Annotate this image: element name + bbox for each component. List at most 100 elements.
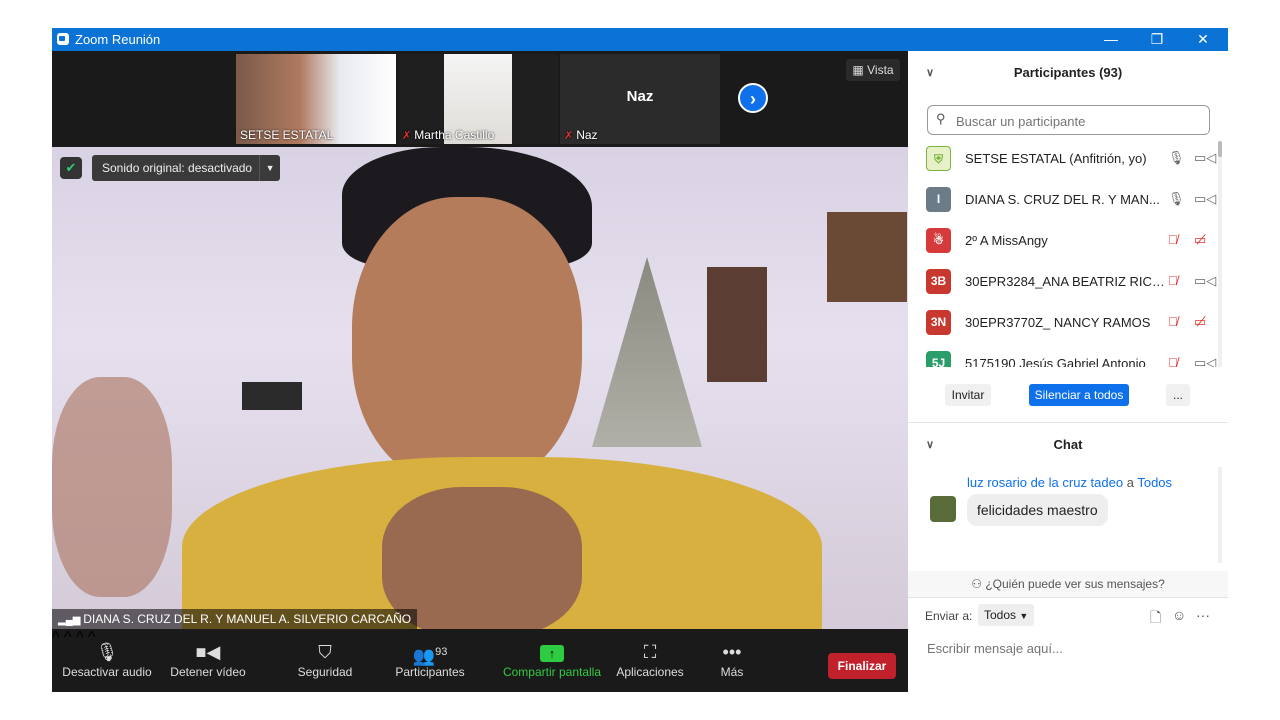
thumbnail-martha[interactable]: ✗ Martha Castillo xyxy=(398,54,558,144)
participant-row[interactable]: 3B 30EPR3284_ANA BEATRIZ RICAR... 🎙̸ ▭◁ xyxy=(908,262,1218,303)
thumbnail-name: ✗ Martha Castillo xyxy=(402,128,494,142)
participant-search-input[interactable] xyxy=(954,109,1208,133)
chevron-down-icon: ▼ xyxy=(1019,611,1029,621)
video-camera-off-icon[interactable]: ▭̸ xyxy=(1194,232,1206,248)
apps-icon: ⛶ xyxy=(643,642,657,662)
side-panel: ∨ Participantes (93) ⚲ ⛨ SETSE ESTATAL (… xyxy=(908,51,1228,692)
participant-row[interactable]: ⛨ SETSE ESTATAL (Anfitrión, yo) 🎙 ▭◁ xyxy=(908,139,1218,180)
window-title: Zoom Reunión xyxy=(75,32,161,47)
participant-row[interactable]: 3N 30EPR3770Z_ NANCY RAMOS 🎙̸ ▭̸ xyxy=(908,303,1218,344)
view-button[interactable]: ▦ Vista xyxy=(846,59,900,81)
participants-header: ∨ Participantes (93) xyxy=(908,51,1228,95)
emoji-icon[interactable]: ☺ xyxy=(1172,607,1186,623)
participant-row[interactable]: I DIANA S. CRUZ DEL R. Y MAN... 🎙 ▭◁ xyxy=(908,180,1218,221)
more-dots-icon: ••• xyxy=(722,642,742,662)
maximize-button[interactable]: ❐ xyxy=(1134,28,1180,51)
more-button[interactable]: ••• Más xyxy=(712,629,752,692)
send-to-value: Todos xyxy=(984,608,1017,622)
mute-audio-button[interactable]: 🎙 Desactivar audio xyxy=(62,629,152,692)
participant-name: SETSE ESTATAL (Anfitrión, yo) xyxy=(965,151,1147,166)
apps-button[interactable]: ⛶ Aplicaciones xyxy=(614,629,686,692)
avatar xyxy=(930,496,956,522)
who-can-see-link[interactable]: ⚇ ¿Quién puede ver sus mensajes? xyxy=(908,571,1228,597)
close-button[interactable]: ✕ xyxy=(1180,28,1226,51)
security-button[interactable]: ⛉ Seguridad xyxy=(290,629,360,692)
participants-more-button[interactable]: ... xyxy=(1166,384,1190,406)
avatar: ⛨ xyxy=(926,146,951,171)
speaker-name-label: ▂▄▆ DIANA S. CRUZ DEL R. Y MANUEL A. SIL… xyxy=(52,609,418,629)
participants-count: 93 xyxy=(435,646,448,658)
microphone-icon[interactable]: 🎙 xyxy=(1168,191,1185,207)
thumbnail-setse[interactable]: SETSE ESTATAL xyxy=(236,54,396,144)
scrollbar-thumb[interactable] xyxy=(1218,141,1222,157)
participants-label: Participantes xyxy=(395,665,465,679)
original-sound-label: Sonido original: desactivado xyxy=(102,161,253,175)
microphone-muted-icon[interactable]: 🎙̸ xyxy=(1168,314,1178,329)
chevron-down-icon[interactable]: ∨ xyxy=(926,423,934,467)
mic-muted-icon: ✗ xyxy=(402,130,412,142)
thumbnail-naz[interactable]: Naz ✗ Naz xyxy=(560,54,720,144)
microphone-icon[interactable]: 🎙 xyxy=(1168,150,1185,166)
chat-scrollbar[interactable] xyxy=(1218,467,1222,563)
view-label: Vista xyxy=(867,63,894,77)
video-tree-shape xyxy=(592,257,702,447)
mute-all-button[interactable]: Silenciar a todos xyxy=(1029,384,1129,406)
chat-message-input[interactable] xyxy=(925,637,1219,659)
avatar: 5J xyxy=(926,351,951,367)
next-page-button[interactable]: › xyxy=(738,83,768,113)
video-camera-off-icon[interactable]: ▭̸ xyxy=(1194,314,1206,330)
shield-icon: ⛉ xyxy=(318,642,332,662)
apps-label: Aplicaciones xyxy=(616,665,684,679)
send-to-dropdown[interactable]: Todos ▼ xyxy=(978,604,1035,626)
avatar: ☃ xyxy=(926,228,951,253)
mic-muted-icon: ✗ xyxy=(564,130,574,142)
video-face-shape xyxy=(352,197,582,487)
video-background-person xyxy=(52,377,172,597)
video-camera-icon[interactable]: ▭◁ xyxy=(1194,355,1216,367)
participants-title: Participantes (93) xyxy=(1013,65,1123,80)
video-camera-icon[interactable]: ▭◁ xyxy=(1194,191,1216,207)
share-screen-button[interactable]: ↑ Compartir pantalla xyxy=(500,629,604,692)
invite-button[interactable]: Invitar xyxy=(945,384,991,406)
chevron-down-icon[interactable]: ∨ xyxy=(926,51,934,95)
stop-video-button[interactable]: ■◀ Detener vídeo xyxy=(166,629,250,692)
original-sound-button[interactable]: Sonido original: desactivado ▼ xyxy=(92,155,281,181)
participant-name: DIANA S. CRUZ DEL R. Y MAN... xyxy=(965,192,1160,207)
microphone-muted-icon[interactable]: 🎙̸ xyxy=(1168,232,1178,247)
encryption-shield-icon[interactable]: ✔ xyxy=(60,157,82,179)
chevron-down-icon[interactable]: ▼ xyxy=(259,155,280,181)
more-dots-icon[interactable]: ··· xyxy=(1196,607,1210,623)
video-wall-frame xyxy=(707,267,767,382)
participant-search[interactable]: ⚲ xyxy=(927,105,1210,135)
chat-sender[interactable]: luz rosario de la cruz tadeo xyxy=(967,475,1123,490)
thumbnail-name: ✗ Naz xyxy=(564,128,598,142)
chat-message-bubble: felicidades maestro xyxy=(967,494,1108,526)
audio-options-caret[interactable]: ^ xyxy=(52,629,60,646)
thumbnail-name: SETSE ESTATAL xyxy=(240,128,334,142)
video-camera-icon[interactable]: ▭◁ xyxy=(1194,150,1216,166)
file-icon[interactable]: 🗋 xyxy=(1150,607,1161,631)
minimize-button[interactable]: — xyxy=(1088,28,1134,51)
participants-icon: 👥93 xyxy=(412,646,448,666)
participants-button[interactable]: 👥93 Participantes xyxy=(392,629,468,692)
video-camera-icon[interactable]: ▭◁ xyxy=(1194,273,1216,289)
send-to-label: Enviar a: xyxy=(925,609,973,623)
search-icon: ⚲ xyxy=(936,111,946,126)
microphone-icon: 🎙 xyxy=(95,642,119,662)
participant-row[interactable]: 5J 5175190 Jesús Gabriel Antonio 🎙̸ ▭◁ xyxy=(908,344,1218,367)
security-label: Seguridad xyxy=(297,665,353,679)
main-video: ✔ Sonido original: desactivado ▼ ▂▄▆ DIA… xyxy=(52,147,908,629)
participant-name: 5175190 Jesús Gabriel Antonio xyxy=(965,356,1146,367)
microphone-muted-icon[interactable]: 🎙̸ xyxy=(1168,355,1178,367)
thumbnail-name-text: Naz xyxy=(576,128,598,142)
zoom-window: Zoom Reunión — ❐ ✕ SETSE ESTATAL ✗ Martha… xyxy=(52,28,1228,692)
chat-header: ∨ Chat xyxy=(908,423,1228,467)
participant-list-scrollbar[interactable] xyxy=(1218,141,1222,367)
stop-video-label: Detener vídeo xyxy=(170,665,246,679)
participant-row[interactable]: ☃ 2º A MissAngy 🎙̸ ▭̸ xyxy=(908,221,1218,262)
microphone-muted-icon[interactable]: 🎙̸ xyxy=(1168,273,1178,288)
zoom-logo-icon xyxy=(57,33,69,45)
chat-recipient[interactable]: Todos xyxy=(1137,475,1172,490)
end-meeting-button[interactable]: Finalizar xyxy=(828,653,896,679)
mute-audio-label: Desactivar audio xyxy=(62,665,152,679)
